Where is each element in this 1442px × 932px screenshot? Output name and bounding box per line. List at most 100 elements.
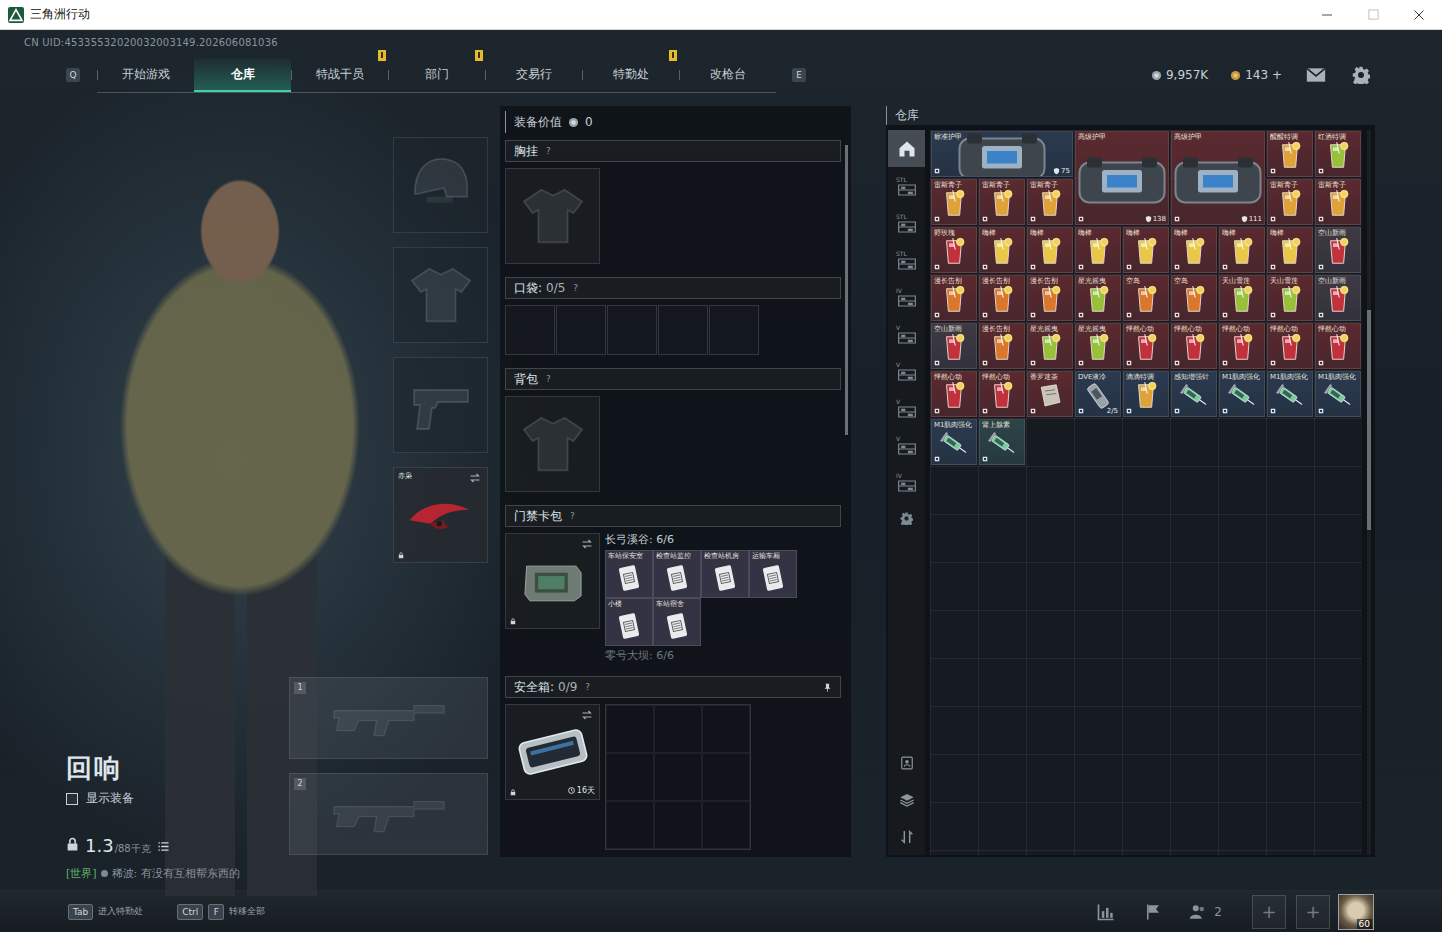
scrollbar[interactable] [1367,130,1371,855]
warehouse-item[interactable]: 嗨棒 [1027,227,1073,273]
safe-slot[interactable] [702,801,750,849]
warehouse-item[interactable]: 红酒特调 [1315,131,1361,177]
gear-icon[interactable] [1352,66,1370,84]
warehouse-tab[interactable]: STL [888,241,925,278]
warehouse-item[interactable]: 嗨棒 [1075,227,1121,273]
keycard[interactable]: 车站宿舍 [653,598,701,646]
invite-slot[interactable]: + [1252,895,1286,929]
flag-button[interactable] [1142,900,1164,924]
keycard[interactable]: 车站保安室 [605,550,653,598]
swap-button[interactable] [580,709,594,721]
safe-slot[interactable] [702,705,750,753]
warehouse-item[interactable]: 嗨棒 [1123,227,1169,273]
warehouse-item[interactable]: M1肌肉强化 [1315,371,1361,417]
close-icon[interactable] [1413,9,1425,21]
pin-icon[interactable] [823,682,832,693]
gear-icon[interactable] [900,512,913,525]
keycard[interactable]: 小楼 [605,598,653,646]
safebox-slot[interactable]: 16天 [505,704,600,800]
warehouse-tab[interactable]: IV [888,278,925,315]
pocket-slot[interactable] [505,305,555,355]
warehouse-tab[interactable]: V [888,426,925,463]
warehouse-item[interactable]: 空山新雨 [931,323,977,369]
warehouse-item[interactable]: 感知增强针 [1171,371,1217,417]
warehouse-item[interactable]: 空山新雨 [1315,227,1361,273]
sort-icon[interactable] [899,829,915,845]
backpack-slot[interactable] [505,396,600,492]
warehouse-tab[interactable]: V [888,352,925,389]
maximize-button[interactable] [1350,0,1396,29]
warehouse-item[interactable]: 高级护甲111 [1171,131,1265,225]
warehouse-item[interactable]: 怦然心动 [1267,323,1313,369]
show-equipment-toggle[interactable]: 显示装备 [66,790,289,807]
scrollbar[interactable] [845,145,848,435]
weapon-slot[interactable]: 2 [289,773,488,855]
stats-icon[interactable] [1096,902,1116,922]
currency[interactable]: 9,957K [1151,68,1208,82]
safe-slot[interactable] [606,753,654,801]
mail-button[interactable] [1304,65,1328,85]
scroll-thumb[interactable] [845,145,848,435]
warehouse-item[interactable]: 雷斯青子 [979,179,1025,225]
nav-tab[interactable]: 特战干员 [291,58,388,92]
warehouse-item[interactable]: 嗨棒 [979,227,1025,273]
warehouse-tab[interactable]: STL [888,167,925,204]
layers-icon[interactable] [899,792,915,808]
warehouse-item[interactable]: 天山雪莲 [1267,275,1313,321]
warehouse-item[interactable]: 天山雪莲 [1219,275,1265,321]
warehouse-item[interactable]: 雷斯青子 [1267,179,1313,225]
warehouse-item[interactable]: 星光摇曳 [1075,323,1121,369]
warehouse-item[interactable]: 标准护甲75 [931,131,1073,177]
friends-icon[interactable] [1188,903,1208,921]
warehouse-item[interactable]: 怦然心动 [931,371,977,417]
weapon-slot[interactable]: 1 [289,677,488,759]
mail-icon[interactable] [1306,67,1326,83]
chat-line[interactable]: [世界]稀波:有没有互相帮东西的 [66,866,289,881]
list-icon[interactable] [157,841,170,852]
warehouse-item[interactable]: 漫长告别 [931,275,977,321]
warehouse-tab[interactable] [888,130,925,167]
safe-slot[interactable] [702,753,750,801]
warehouse-item[interactable]: 怦然心动 [1315,323,1361,369]
pocket-slot[interactable] [658,305,708,355]
nav-tab[interactable]: 开始游戏 [97,58,194,92]
prev-tab-key[interactable]: Q [66,68,80,82]
swap-icon[interactable] [468,472,482,484]
swap-icon[interactable] [580,709,594,721]
profile-button[interactable] [888,744,925,781]
minimize-icon[interactable] [1321,9,1333,21]
gear-slot[interactable]: 赤枭 [393,467,488,563]
warehouse-item[interactable]: 野玫瑰 [931,227,977,273]
nav-tab[interactable]: 仓库 [194,58,291,92]
invite-slot[interactable]: + [1296,895,1330,929]
warehouse-tab[interactable]: STL [888,204,925,241]
warehouse-item[interactable]: 漫长告别 [979,323,1025,369]
safe-slot[interactable] [654,801,702,849]
warehouse-item[interactable]: 漫长告别 [979,275,1025,321]
warehouse-tab[interactable]: V [888,315,925,352]
nav-tab[interactable]: 改枪台 [679,58,776,92]
gear-slot[interactable] [393,357,488,453]
warehouse-item[interactable]: 雷斯青子 [931,179,977,225]
warehouse-item[interactable]: M1肌肉强化 [1219,371,1265,417]
warehouse-item[interactable]: DVE液冷2/5 [1075,371,1121,417]
warehouse-item[interactable]: 滴滴特调 [1123,371,1169,417]
warehouse-item[interactable]: 星光摇曳 [1075,275,1121,321]
keycard-pack[interactable] [505,533,600,629]
warehouse-item[interactable]: 嗨棒 [1171,227,1217,273]
sort-button[interactable] [888,818,925,855]
layers-button[interactable] [888,781,925,818]
warehouse-item[interactable]: 高级护甲138 [1075,131,1169,225]
flag-icon[interactable] [1144,902,1162,922]
warehouse-item[interactable]: 雷斯青子 [1027,179,1073,225]
warehouse-item[interactable]: 香罗迷茶 [1027,371,1073,417]
scroll-thumb[interactable] [1367,310,1371,530]
stats-button[interactable] [1094,900,1118,924]
warehouse-item[interactable]: 空岛 [1123,275,1169,321]
close-button[interactable] [1396,0,1442,29]
next-tab-key[interactable]: E [792,68,806,82]
warehouse-item[interactable]: 醒醒特调 [1267,131,1313,177]
swap-button[interactable] [580,538,594,550]
warehouse-item[interactable]: 怦然心动 [1123,323,1169,369]
keycard-group[interactable]: 零号大坝: 6/6 [605,649,797,663]
